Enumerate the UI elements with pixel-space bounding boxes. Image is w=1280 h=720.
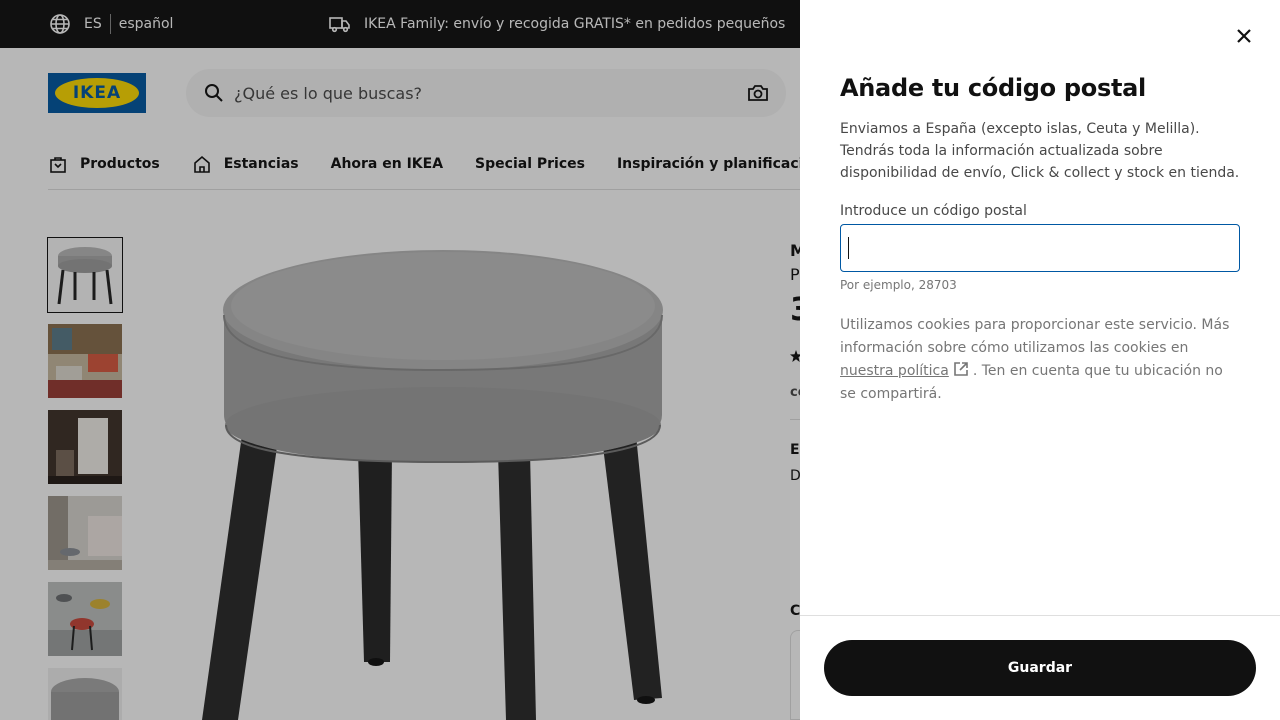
modal-footer-divider [800,615,1280,616]
external-link-icon [954,362,968,376]
modal-title: Añade tu código postal [840,74,1146,102]
postal-code-hint: Por ejemplo, 28703 [840,278,957,292]
text-cursor [848,237,849,259]
postal-code-input[interactable] [840,224,1240,272]
save-button[interactable]: Guardar [824,640,1256,696]
postal-code-label: Introduce un código postal [840,203,1027,219]
modal-description: Enviamos a España (excepto islas, Ceuta … [840,121,1240,181]
privacy-policy-link[interactable]: nuestra política [840,363,949,379]
cookies-notice: Utilizamos cookies para proporcionar est… [840,314,1240,406]
close-icon [1237,29,1251,43]
cookies-text-before: Utilizamos cookies para proporcionar est… [840,317,1230,356]
close-button[interactable] [1228,20,1260,52]
